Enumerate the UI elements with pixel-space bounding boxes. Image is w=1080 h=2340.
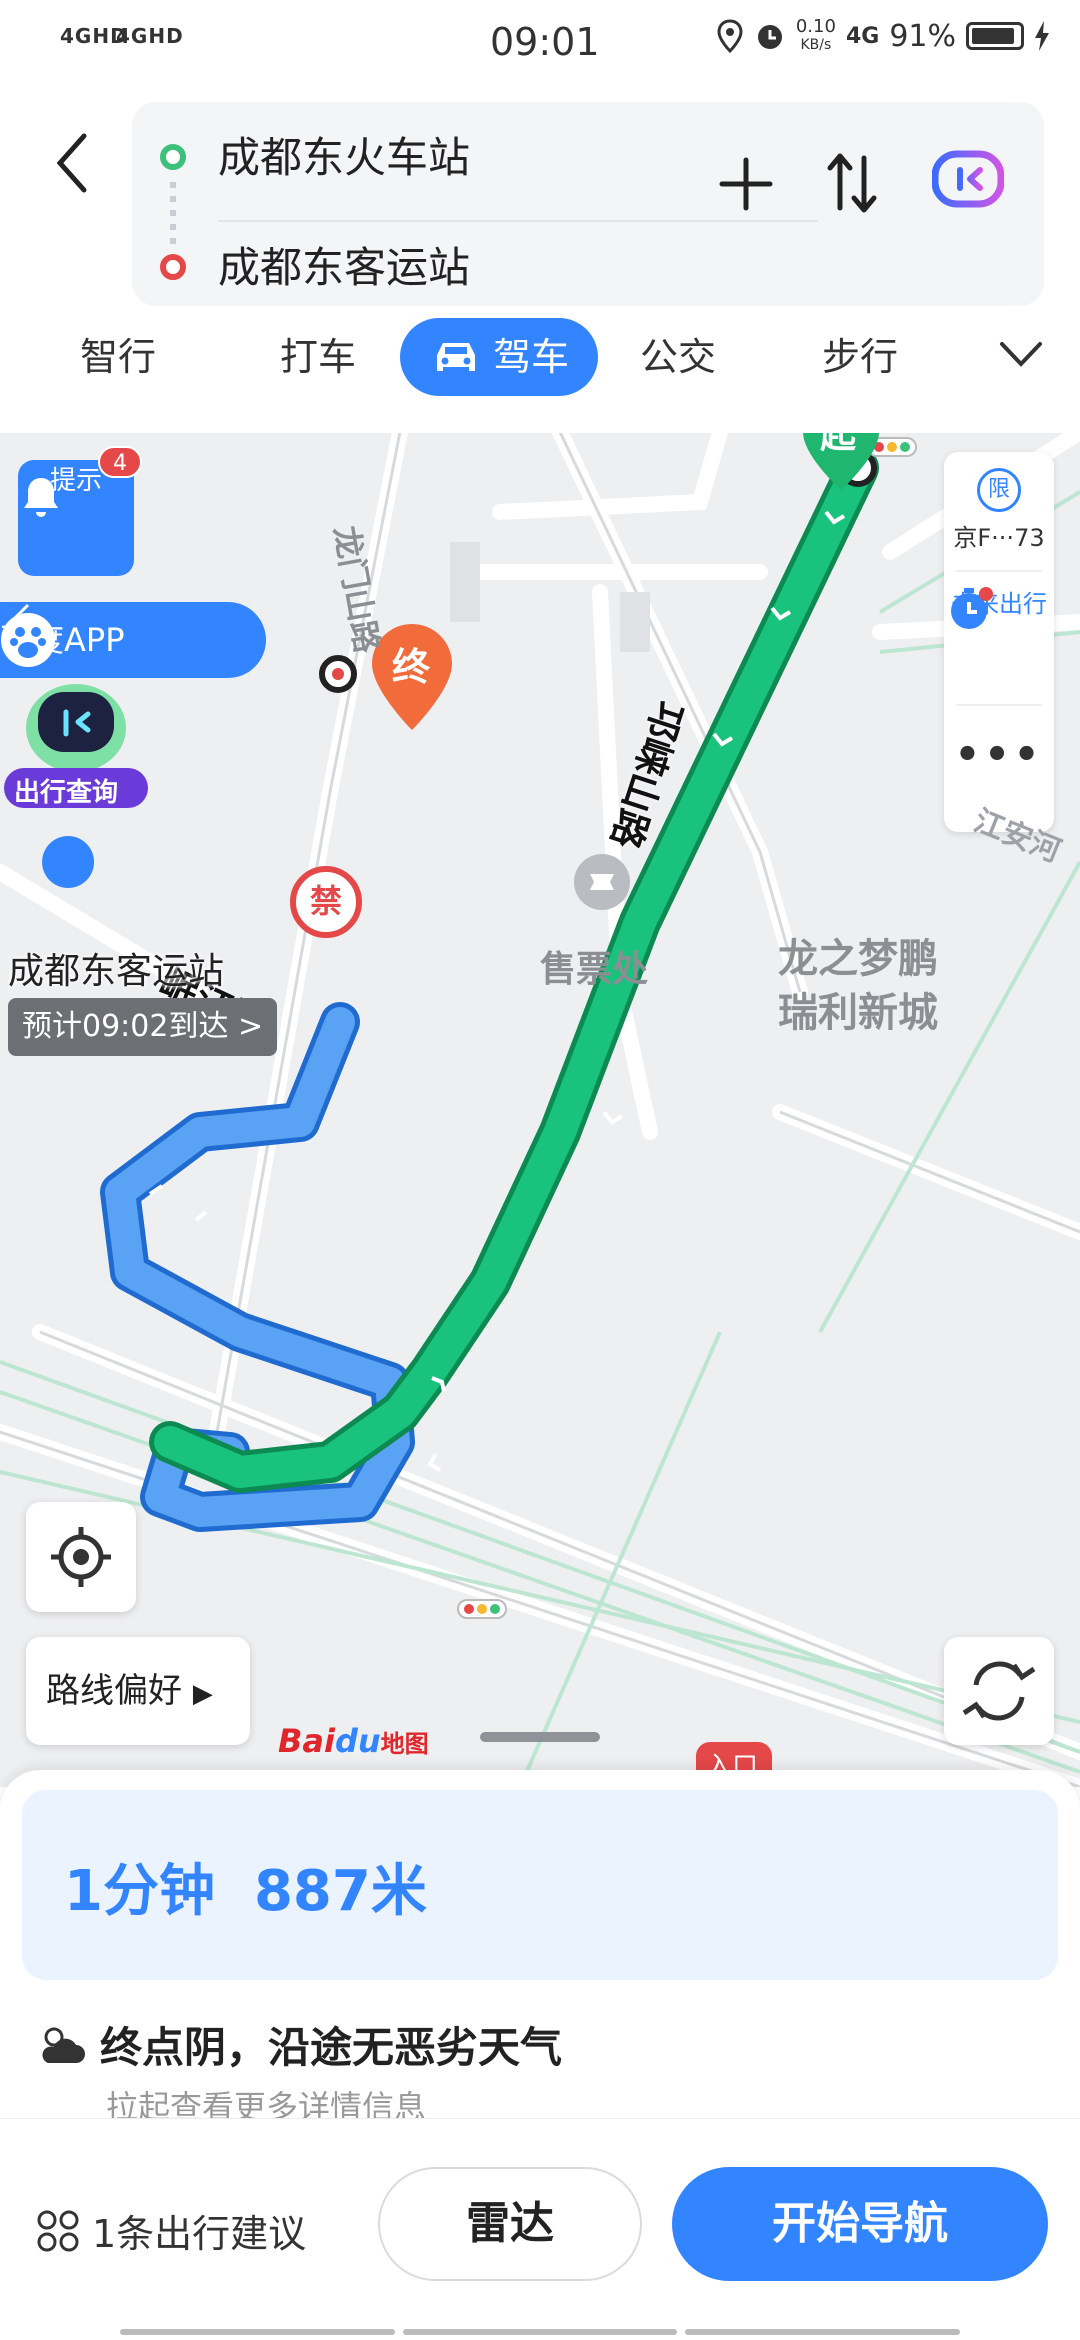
weather-info[interactable]: 终点阴，沿途无恶劣天气 xyxy=(36,2014,562,2075)
add-waypoint-icon[interactable] xyxy=(716,154,776,214)
travel-query-label: 出行查询 xyxy=(14,778,119,808)
start-navigation-button[interactable]: 开始导航 xyxy=(672,2167,1048,2281)
home-indicator xyxy=(120,2329,961,2335)
battery-icon xyxy=(966,22,1024,50)
route-duration-distance: 1分钟 887米 xyxy=(64,1859,427,1924)
tab-drive-label: 驾车 xyxy=(492,335,569,379)
start-marker: 起 xyxy=(800,432,882,490)
baidu-app-button[interactable]: 百度APP xyxy=(0,602,266,678)
bottom-action-bar: 1条出行建议 雷达 开始导航 xyxy=(0,2118,1080,2340)
cloudy-weather-icon xyxy=(42,2027,85,2063)
end-location-field[interactable]: 成都东客运站 xyxy=(218,234,470,295)
eta-label[interactable]: 预计09:02到达 > xyxy=(8,998,278,1056)
tab-walk[interactable]: 步行 xyxy=(800,318,920,396)
route-preference-label: 路线偏好 xyxy=(46,1671,182,1711)
weather-text: 终点阴，沿途无恶劣天气 xyxy=(100,2023,563,2072)
location-icon xyxy=(717,19,743,53)
future-trip-button[interactable]: 未来出行 xyxy=(944,584,1054,629)
refresh-button[interactable] xyxy=(944,1637,1054,1745)
chevron-down-icon[interactable] xyxy=(996,334,1046,374)
triangle-right-icon: ▶ xyxy=(192,1679,213,1709)
battery-percent: 91% xyxy=(889,18,956,54)
alarm-icon xyxy=(757,25,782,49)
baidu-map-logo: Baidu地图 xyxy=(278,1722,429,1760)
limit-icon: 限 xyxy=(977,468,1021,512)
divider xyxy=(956,570,1042,572)
notification-badge: 4 xyxy=(98,446,142,478)
status-bar: 4GHD 4GHD 09:01 0.10 KB/s 4G 91% xyxy=(0,0,1080,88)
tab-smart[interactable]: 智行 xyxy=(58,318,178,396)
route-connector xyxy=(170,182,176,246)
bell-icon xyxy=(24,478,58,517)
grid-icon xyxy=(37,2210,79,2251)
weather-detail-hint: 拉起查看更多详情信息 xyxy=(106,2088,427,2118)
route-preference-button[interactable]: 路线偏好 ▶ xyxy=(26,1637,250,1745)
locate-button[interactable] xyxy=(26,1502,136,1612)
map-tools-sidebar: 限 京F···73 未来出行 ••• xyxy=(944,452,1054,832)
plate-number: 京F···73 xyxy=(953,524,1045,552)
route-header: 成都东火车站 成都东客运站 智行 打车 驾车 公交 步行 xyxy=(0,88,1080,433)
travel-query-robot[interactable]: 出行查询 xyxy=(4,668,148,808)
back-arrow-icon[interactable] xyxy=(52,128,92,198)
start-dot-icon xyxy=(160,144,186,170)
route-input-box: 成都东火车站 成都东客运站 xyxy=(132,102,1044,306)
radar-button[interactable]: 雷达 xyxy=(378,2167,642,2281)
drag-handle[interactable] xyxy=(480,1732,600,1742)
refresh-icon xyxy=(962,1661,1036,1721)
divider xyxy=(218,220,818,222)
tab-taxi[interactable]: 打车 xyxy=(258,318,378,396)
charging-icon xyxy=(1035,21,1049,51)
end-dot-icon xyxy=(160,254,186,280)
destination-name: 成都东客运站 xyxy=(8,951,225,992)
tab-drive[interactable]: 驾车 xyxy=(400,318,598,396)
more-options-icon[interactable]: ••• xyxy=(944,732,1054,778)
network-speed: 0.10 KB/s xyxy=(795,16,836,54)
map-view[interactable]: 提示 4 百度APP 出行查询 限 京F···73 未来出行 ••• 起 终 禁… xyxy=(0,432,1080,1787)
clock: 09:01 xyxy=(490,20,600,64)
crosshair-icon xyxy=(51,1527,111,1587)
travel-suggestion-label: 1条出行建议 xyxy=(92,2212,307,2256)
no-entry-sign: 禁 xyxy=(290,866,362,938)
start-location-field[interactable]: 成都东火车站 xyxy=(218,124,470,185)
divider xyxy=(956,704,1042,706)
area-label: 龙之梦鹏 瑞利新城 xyxy=(778,936,938,1036)
poi-ticket-office[interactable]: 售票处 xyxy=(540,940,648,992)
plate-limit-button[interactable]: 限 京F···73 xyxy=(944,468,1054,553)
car-icon xyxy=(436,343,475,371)
tab-transit[interactable]: 公交 xyxy=(618,318,738,396)
network-indicator-2: 4GHD xyxy=(116,24,184,48)
travel-suggestion-button[interactable]: 1条出行建议 xyxy=(36,2203,306,2258)
baidu-paw-icon xyxy=(1,613,55,667)
ai-assistant-icon[interactable] xyxy=(932,148,1004,210)
signal-indicator: 4G xyxy=(845,23,880,49)
route-summary-card[interactable]: 1分钟 887米 xyxy=(22,1790,1058,1980)
timer-icon xyxy=(951,587,993,629)
transport-tabs: 智行 打车 驾车 公交 步行 xyxy=(0,318,1080,402)
swap-route-icon[interactable] xyxy=(822,148,882,218)
